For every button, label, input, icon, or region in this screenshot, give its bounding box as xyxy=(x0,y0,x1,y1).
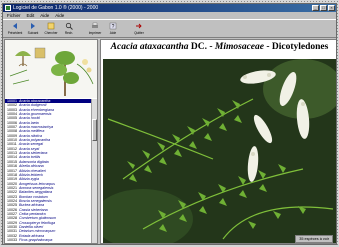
print-icon xyxy=(92,22,98,28)
forward-icon xyxy=(31,23,35,29)
search-icon xyxy=(47,22,55,30)
species-browser-pane: 10001 Acacia ataxacantha 10002 Acacia dudge… xyxy=(4,39,98,244)
back-button[interactable]: Précédent xyxy=(7,20,23,37)
species-detail-pane: Acacia ataxacantha DC. - Mimosaceae - Di… xyxy=(100,39,336,244)
toolbar-separator xyxy=(79,20,85,37)
app-window: Logiciel de Gabon 1.0 ® (2000) - 2000 _ … xyxy=(2,3,337,245)
species-number: 10033 xyxy=(7,238,17,242)
svg-text:?: ? xyxy=(112,24,115,30)
species-number: 10023 xyxy=(7,194,17,199)
toolbar-separator xyxy=(123,20,129,37)
window-title: Logiciel de Gabon 1.0 ® (2000) - 2000 xyxy=(13,5,99,11)
species-name: Acacia ataxacantha xyxy=(110,42,189,52)
species-list-name: Ficus gnaphalocarpa xyxy=(19,238,53,242)
search-button[interactable]: Chercher xyxy=(43,20,59,37)
menu-edit[interactable]: Edit xyxy=(27,12,35,19)
forward-button[interactable]: Suivant xyxy=(25,20,41,37)
menu-help[interactable]: Aide xyxy=(55,12,64,19)
menu-bar: Fichier Edit Aide Aide xyxy=(3,12,336,19)
species-photo xyxy=(103,59,336,243)
back-icon xyxy=(13,23,17,29)
species-number: 10008 xyxy=(7,129,17,134)
minimize-button[interactable]: _ xyxy=(312,5,319,11)
species-number: 10016 xyxy=(7,164,17,169)
close-button[interactable]: × xyxy=(328,5,335,11)
species-number: 10025 xyxy=(7,203,17,208)
exit-button[interactable]: Quitter xyxy=(131,20,147,37)
toolbar: Précédent Suivant Chercher Rech. Imprime… xyxy=(3,19,336,38)
status-bar: 35 espèces à voir xyxy=(295,235,333,243)
species-number: 10019 xyxy=(7,177,17,182)
exit-icon xyxy=(136,23,142,29)
species-list: 10001 Acacia ataxacantha 10002 Acacia dudge… xyxy=(5,99,91,243)
species-number: 10017 xyxy=(7,168,17,173)
menu-file[interactable]: Fichier xyxy=(7,12,21,19)
species-number: 10026 xyxy=(7,207,17,212)
menu-view[interactable]: Aide xyxy=(40,12,49,19)
species-number: 10005 xyxy=(7,116,17,121)
species-list-item[interactable]: 10033 Ficus gnaphalocarpa xyxy=(5,238,91,242)
maximize-button[interactable]: □ xyxy=(320,5,327,11)
species-number: 10014 xyxy=(7,155,17,160)
botanical-illustration xyxy=(5,40,97,98)
find-button[interactable]: Rech. xyxy=(61,20,77,37)
list-scrollbar[interactable] xyxy=(91,99,97,243)
species-number: 10002 xyxy=(7,103,17,108)
help-icon: ? xyxy=(109,22,117,30)
species-author: DC. - xyxy=(188,42,215,52)
help-button[interactable]: ? Aide xyxy=(105,20,121,37)
species-number: 10022 xyxy=(7,190,17,195)
species-title: Acacia ataxacantha DC. - Mimosaceae - Di… xyxy=(101,42,336,52)
species-number: 10011 xyxy=(7,142,17,147)
app-icon xyxy=(5,5,11,11)
scrollbar-thumb[interactable] xyxy=(92,119,97,141)
title-bar[interactable]: Logiciel de Gabon 1.0 ® (2000) - 2000 _ … xyxy=(3,4,336,12)
species-number: 10020 xyxy=(7,181,17,186)
species-number: 10031 xyxy=(7,229,17,234)
magnify-icon xyxy=(65,22,73,30)
species-family: Mimosaceae xyxy=(214,42,264,52)
species-class: - Dicotyledones xyxy=(263,42,329,52)
print-button[interactable]: Imprimer xyxy=(87,20,103,37)
species-number: 10028 xyxy=(7,216,17,221)
